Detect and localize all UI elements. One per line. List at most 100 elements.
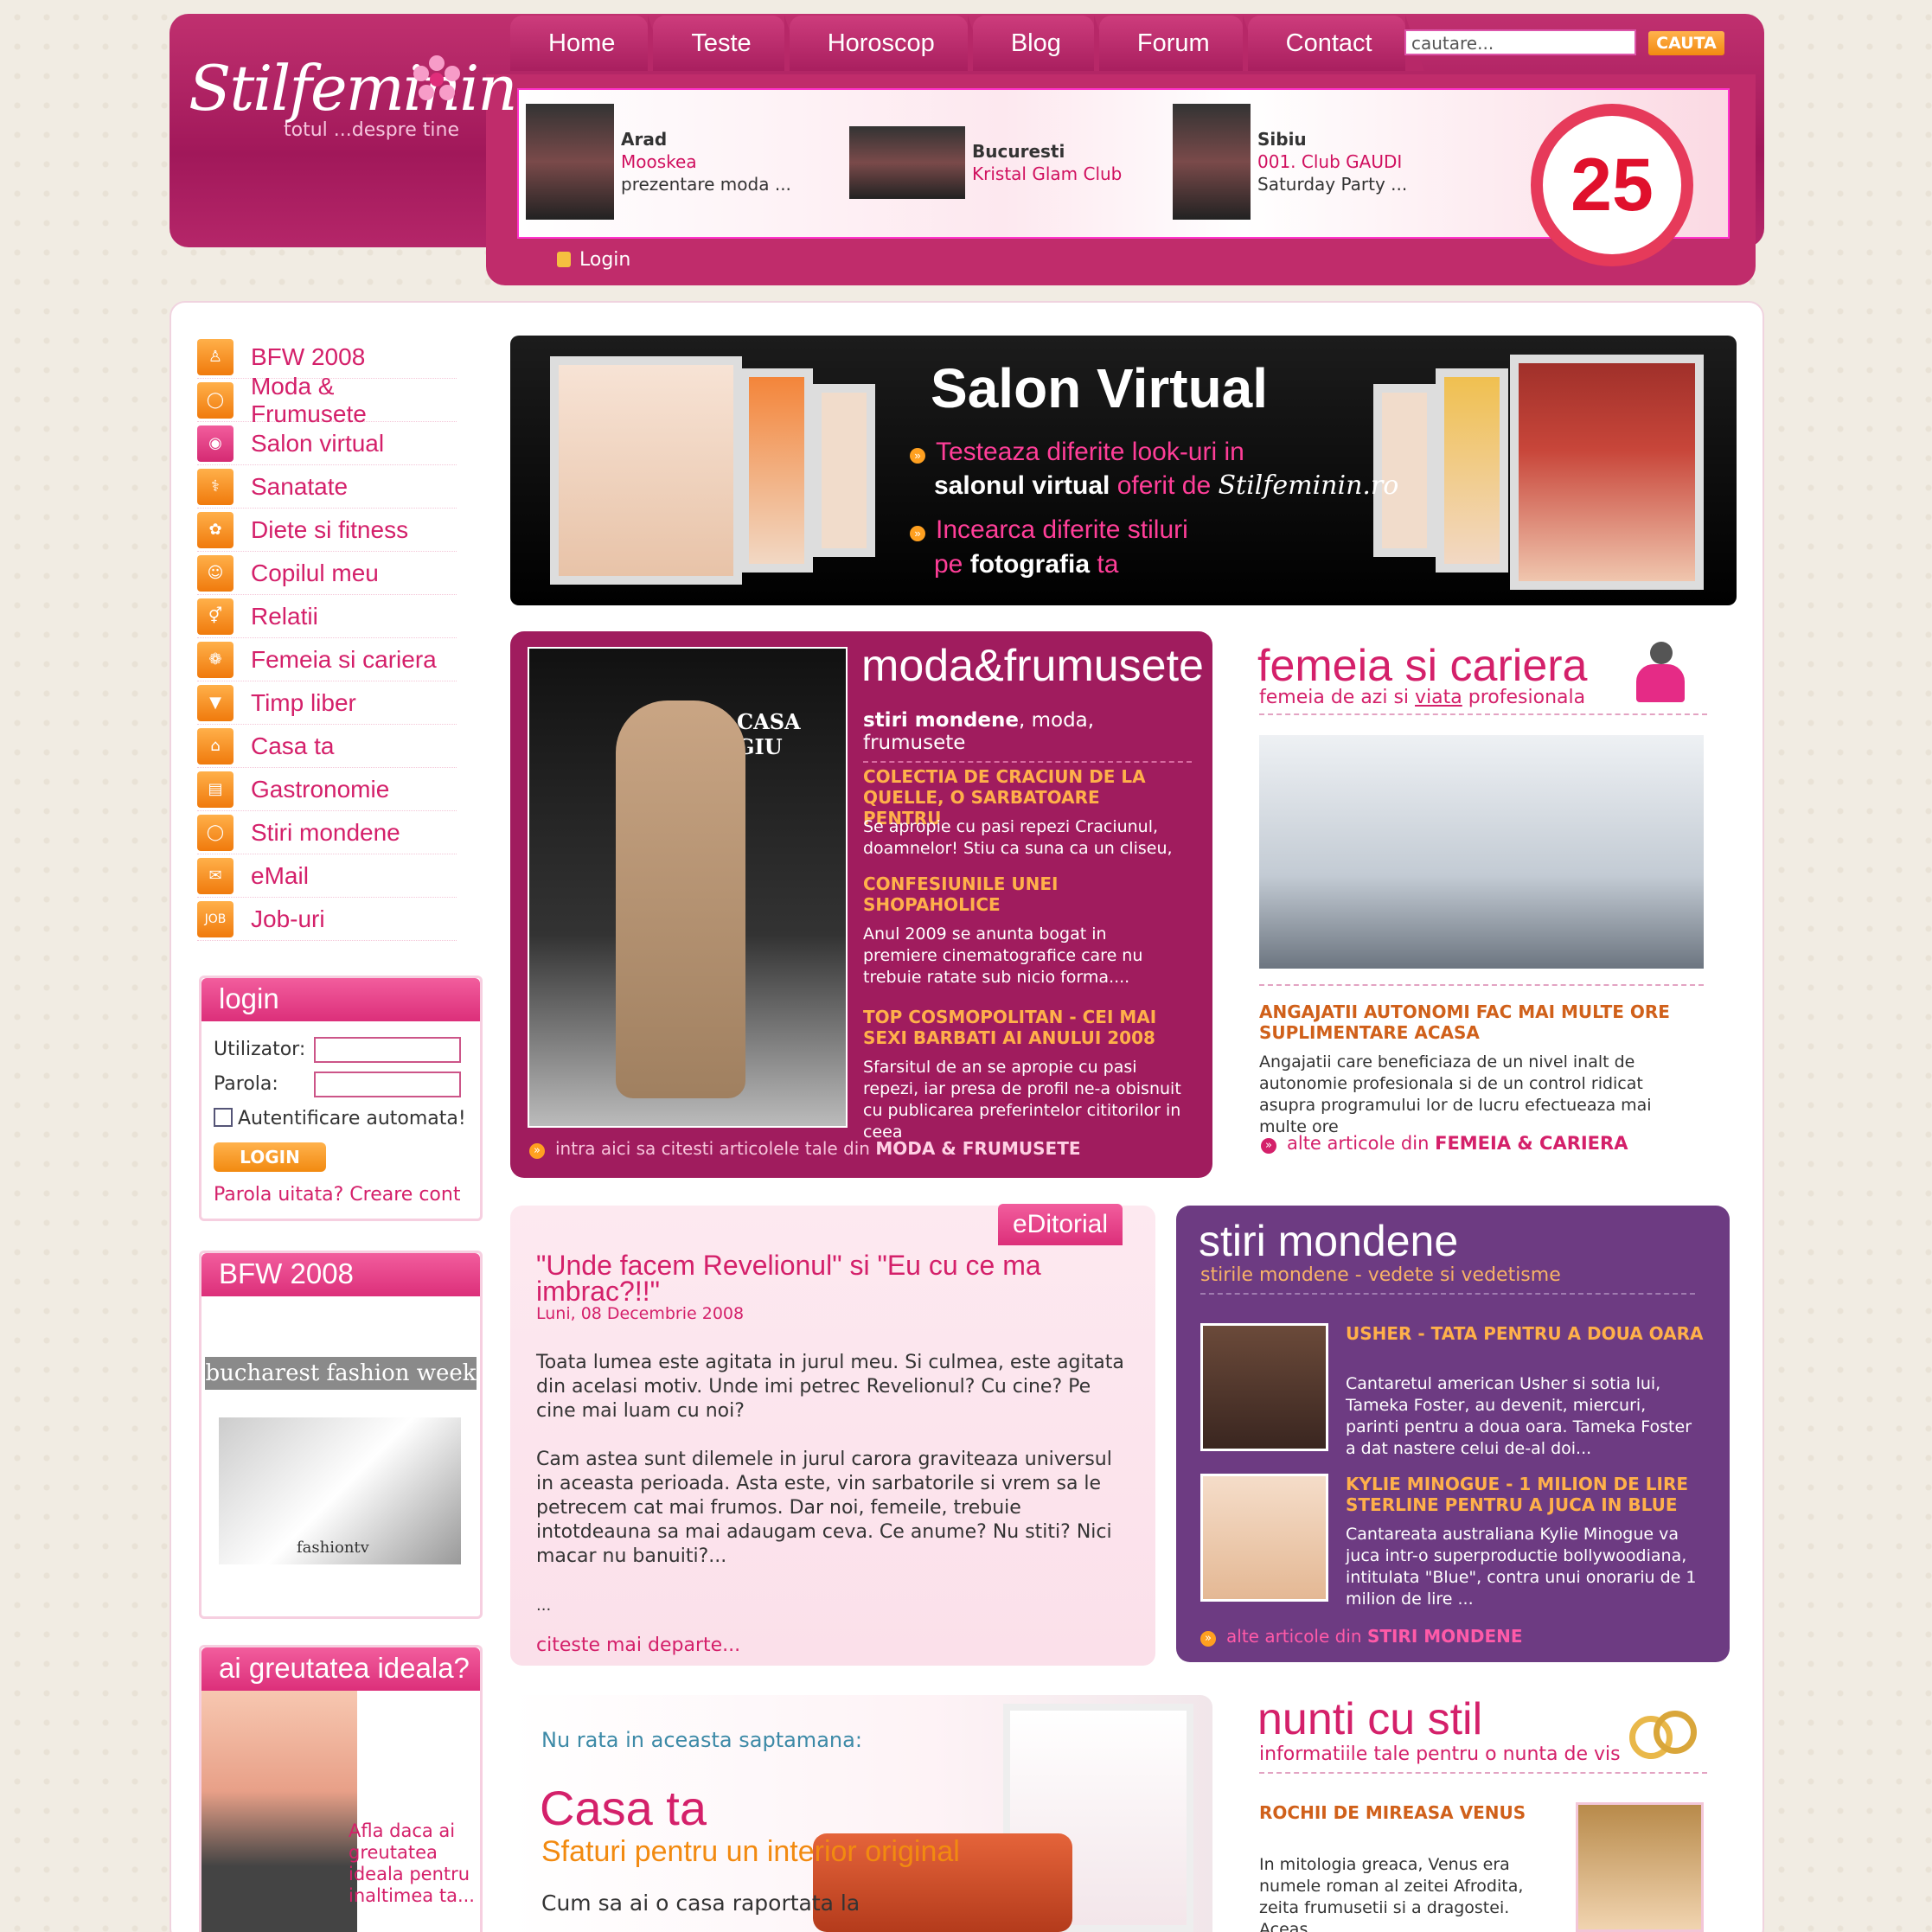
event-item[interactable]: Arad Mooskea prezentare moda ... — [526, 104, 791, 220]
sidebar-item-moda[interactable]: ◯ Moda & Frumusete — [197, 373, 457, 427]
fashiontv-logo: fashiontv — [297, 1539, 369, 1557]
moda-more-link[interactable]: » intra aici sa citesti articolele tale d… — [529, 1138, 1081, 1159]
read-more-link[interactable]: citeste mai departe... — [536, 1635, 740, 1656]
weight-text: Afla daca ai greutatea ideala pentru ina… — [349, 1820, 475, 1906]
editorial-ellipsis: ... — [536, 1596, 552, 1615]
salon-text: pe — [934, 550, 963, 579]
cariera-title[interactable]: femeia si cariera — [1257, 640, 1587, 692]
arrow-icon: » — [1261, 1138, 1276, 1154]
nav-forum[interactable]: Forum — [1098, 16, 1262, 71]
login-title: login — [202, 978, 480, 1021]
editorial-date: Luni, 08 Decembrie 2008 — [536, 1304, 745, 1323]
kylie-photo[interactable] — [1200, 1474, 1328, 1602]
nav-horoscop[interactable]: Horoscop — [789, 16, 987, 71]
sidebar-item-sanatate[interactable]: ⚕ Sanatate — [197, 465, 457, 509]
event-city: Arad — [621, 129, 668, 150]
search-button[interactable]: CAUTA — [1648, 31, 1724, 55]
bfw-headline: bucharest fashion week — [205, 1357, 477, 1390]
nav-blog[interactable]: Blog — [972, 16, 1113, 71]
sidebar-item-label: Copilul meu — [251, 559, 379, 586]
sidebar-item-stiri[interactable]: ◯ Stiri mondene — [197, 811, 457, 854]
event-photo — [1173, 104, 1251, 220]
article-title[interactable]: TOP COSMOPOLITAN - CEI MAI SEXI BARBATI … — [863, 1007, 1174, 1048]
editorial-title[interactable]: "Unde facem Revelionul" si "Eu cu ce ma … — [536, 1251, 1090, 1305]
model-icon: ♙ — [197, 338, 234, 375]
forgot-register-links[interactable]: Parola uitata? Creare cont — [214, 1184, 460, 1206]
bride-photo[interactable] — [1576, 1802, 1704, 1932]
article-title[interactable]: KYLIE MINOGUE - 1 MILION DE LIRE STERLIN… — [1346, 1474, 1704, 1515]
weight-box[interactable]: ai greutatea ideala? Afla daca ai greuta… — [199, 1645, 483, 1932]
casa-pre: Nu rata in aceasta saptamana: — [541, 1728, 862, 1752]
sidebar-item-label: Femeia si cariera — [251, 645, 437, 673]
stiri-more-link[interactable]: » alte articole din STIRI MONDENE — [1200, 1626, 1523, 1647]
casa-text: Cum sa ai o casa raportata la — [541, 1890, 860, 1916]
arrow-icon: » — [910, 526, 925, 541]
salon-title: Salon Virtual — [931, 357, 1269, 419]
moda-subtitle: stiri mondene, moda, frumusete — [863, 709, 1192, 763]
event-desc: prezentare moda ... — [621, 174, 791, 195]
salon-text: ta — [1097, 550, 1119, 579]
more-section: STIRI MONDENE — [1366, 1626, 1523, 1647]
sidebar-item-job[interactable]: JOB Job-uri — [197, 898, 457, 941]
sidebar-item-label: Moda & Frumusete — [250, 372, 367, 427]
sidebar-item-diete[interactable]: ✿ Diete si fitness — [197, 509, 457, 552]
login-button[interactable]: LOGIN — [214, 1142, 326, 1172]
sidebar-item-label: Sanatate — [251, 472, 349, 500]
sidebar-item-relatii[interactable]: ⚥ Relatii — [197, 595, 457, 638]
top-login-link[interactable]: Login — [557, 249, 630, 271]
article-text: In mitologia greaca, Venus era numele ro… — [1259, 1855, 1524, 1932]
article-title[interactable]: USHER - TATA PENTRU A DOUA OARA — [1346, 1323, 1709, 1344]
article-title[interactable]: ROCHII DE MIREASA VENUS — [1259, 1802, 1526, 1823]
divider — [1259, 984, 1704, 986]
sidebar-item-label: Gastronomie — [251, 775, 390, 803]
sidebar-item-email[interactable]: ✉ eMail — [197, 854, 457, 898]
remember-checkbox[interactable] — [214, 1108, 233, 1127]
weight-title: ai greutatea ideala? — [202, 1647, 480, 1691]
cocktail-icon: ▼ — [197, 684, 234, 721]
sidebar-item-gastronomie[interactable]: ▤ Gastronomie — [197, 768, 457, 811]
bfw-title: BFW 2008 — [202, 1253, 480, 1296]
usher-photo[interactable] — [1200, 1323, 1328, 1451]
fitness-photo — [202, 1691, 357, 1932]
arrow-icon: » — [529, 1143, 545, 1159]
stiri-title[interactable]: stiri mondene — [1199, 1216, 1458, 1266]
salon-line-1b: salonul virtual oferit de Stilfeminin.ro — [934, 470, 1398, 501]
nunti-title[interactable]: nunti cu stil — [1257, 1693, 1482, 1745]
runway-photo[interactable]: CASA GIU — [528, 647, 848, 1128]
salon-line-1: » Testeaza diferite look-uri in — [910, 438, 1244, 467]
model-photo-alt — [813, 384, 875, 557]
more-text: alte articole din — [1287, 1133, 1430, 1154]
salon-logo: Stilfeminin.ro — [1218, 470, 1399, 501]
sidebar-item-label: BFW 2008 — [251, 342, 366, 370]
event-item[interactable]: Sibiu 001. Club GAUDI Saturday Party ... — [1173, 104, 1407, 220]
salon-text: fotografia — [969, 550, 1091, 579]
article-title[interactable]: ANGAJATII AUTONOMI FAC MAI MULTE ORE SUP… — [1259, 1001, 1692, 1043]
moda-sub-bold: stiri mondene — [863, 709, 1019, 732]
bfw-box[interactable]: BFW 2008 bucharest fashion week fashiont… — [199, 1251, 483, 1619]
article-text: Anul 2009 se anunta bogat in premiere ci… — [863, 924, 1143, 987]
photo-caption: CASA GIU — [737, 709, 801, 759]
office-photo[interactable] — [1259, 735, 1704, 969]
model-photo-after — [1510, 355, 1704, 590]
moda-title[interactable]: moda&frumusete — [861, 640, 1204, 692]
sidebar-item-copilul[interactable]: ☺ Copilul meu — [197, 552, 457, 595]
search-input[interactable]: cautare... — [1404, 29, 1636, 55]
nav-home[interactable]: Home — [510, 16, 668, 71]
gender-icon: ⚥ — [197, 598, 234, 635]
username-field[interactable] — [314, 1037, 461, 1063]
salon-line-2: » Incearca diferite stiluri — [910, 515, 1188, 545]
cariera-more-link[interactable]: » alte articole din FEMEIA & CARIERA — [1261, 1133, 1628, 1154]
nunti-subtitle: informatiile tale pentru o nunta de vis — [1259, 1743, 1707, 1774]
cariera-subtitle: femeia de azi si viata profesionala — [1259, 687, 1707, 715]
password-field[interactable] — [314, 1072, 461, 1097]
sidebar-item-casa[interactable]: ⌂ Casa ta — [197, 725, 457, 768]
sidebar-item-cariera[interactable]: ❁ Femeia si cariera — [197, 638, 457, 681]
top-login-label: Login — [579, 249, 631, 271]
article-title[interactable]: CONFESIUNILE UNEI SHOPAHOLICE — [863, 873, 1174, 915]
sidebar-item-salon[interactable]: ◉ Salon virtual — [197, 422, 457, 465]
editorial-tag: eDitorial — [998, 1204, 1123, 1245]
sidebar-item-timp[interactable]: ▼ Timp liber — [197, 681, 457, 725]
event-item[interactable]: Bucuresti Kristal Glam Club — [849, 126, 1122, 199]
nav-contact[interactable]: Contact — [1247, 16, 1424, 71]
nav-teste[interactable]: Teste — [653, 16, 804, 71]
